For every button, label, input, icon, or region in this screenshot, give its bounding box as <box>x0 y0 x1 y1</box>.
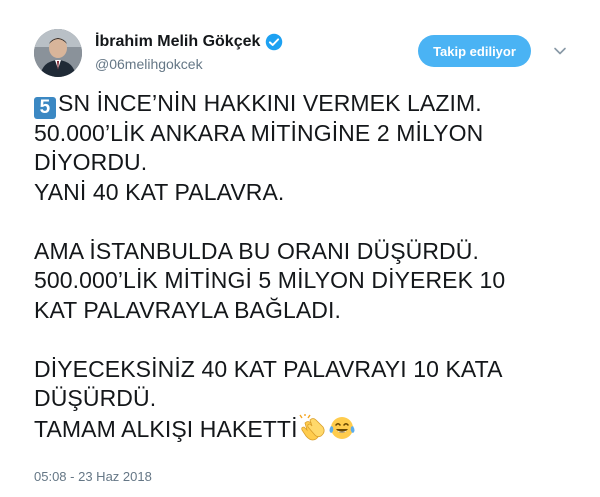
tweet-line: DİYECEKSİNİZ 40 KAT PALAVRAYI 10 KATA <box>34 355 503 382</box>
tweet-line: KAT PALAVRAYLA BAĞLADI. <box>34 296 341 323</box>
tweet-line: DİYORDU. <box>34 149 148 175</box>
tweet-line: 5 SN İNCE’NİN HAKKINI VERMEK LAZIM. <box>34 89 574 119</box>
tweet-line: YANİ 40 KAT PALAVRA. <box>34 178 285 205</box>
verified-badge-icon <box>266 33 283 51</box>
tweet-text: 5 SN İNCE’NİN HAKKINI VERMEK LAZIM. 50.00… <box>34 89 574 443</box>
tweet-line-last: TAMAM ALKIŞI HAKETTİ <box>34 413 574 444</box>
chevron-down-icon[interactable] <box>552 43 568 59</box>
tweet-line: 500.000’LİK MİTİNGİ 5 MİLYON DİYEREK 10 <box>34 267 506 293</box>
tweet-line: DÜŞÜRDÜ. <box>34 385 157 411</box>
user-name[interactable]: İbrahim Melih Gökçek <box>95 33 283 51</box>
tweet-timestamp[interactable]: 05:08 - 23 Haz 2018 <box>34 469 152 484</box>
keycap-five-icon: 5 <box>34 97 56 119</box>
tweet-line: AMA İSTANBULDA BU ORANI DÜŞÜRDÜ. <box>34 237 479 264</box>
user-name-text[interactable]: İbrahim Melih Gökçek <box>95 33 260 51</box>
clapping-hands-icon <box>298 413 325 440</box>
user-handle[interactable]: @06melihgokcek <box>95 56 203 72</box>
tweet-card: İbrahim Melih Gökçek @06melihgokcek Taki… <box>0 0 600 497</box>
tweet-line: 50.000’LİK ANKARA MİTİNGİNE 2 MİLYON <box>34 119 484 146</box>
following-button[interactable]: Takip ediliyor <box>418 35 531 67</box>
tears-of-joy-icon <box>329 416 355 439</box>
avatar[interactable] <box>34 29 82 77</box>
